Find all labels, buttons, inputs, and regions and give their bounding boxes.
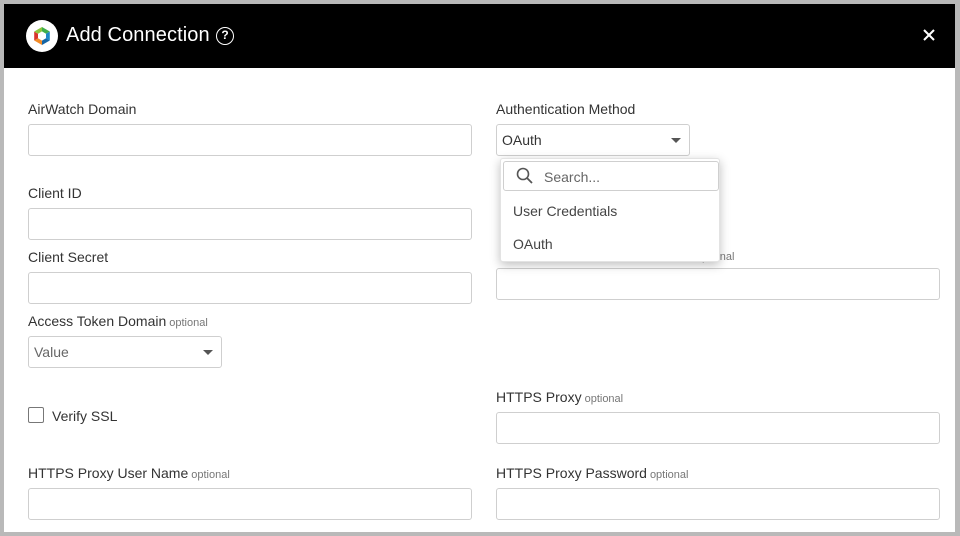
airwatch-domain-input[interactable] bbox=[28, 124, 472, 156]
dropdown-search-box[interactable] bbox=[503, 161, 719, 191]
close-icon[interactable] bbox=[921, 27, 937, 43]
access-token-domain-value: Value bbox=[34, 344, 69, 360]
chevron-down-icon bbox=[671, 138, 681, 143]
https-proxy-user-name-input[interactable] bbox=[28, 488, 472, 520]
client-id-label: Client ID bbox=[28, 185, 82, 201]
dialog-title: Add Connection bbox=[66, 24, 210, 46]
obscured-field-input[interactable] bbox=[496, 268, 940, 300]
authentication-method-dropdown: User Credentials OAuth bbox=[500, 158, 720, 262]
https-proxy-password-input[interactable] bbox=[496, 488, 940, 520]
https-proxy-user-name-label: HTTPS Proxy User Name optional bbox=[28, 465, 230, 481]
verify-ssl-checkbox[interactable] bbox=[28, 407, 44, 423]
authentication-method-select[interactable]: OAuth bbox=[496, 124, 690, 156]
airwatch-domain-label: AirWatch Domain bbox=[28, 101, 137, 117]
client-secret-label: Client Secret bbox=[28, 249, 109, 265]
access-token-domain-label: Access Token Domain optional bbox=[28, 313, 208, 329]
search-icon bbox=[516, 167, 533, 184]
authentication-method-label: Authentication Method bbox=[496, 101, 636, 117]
dropdown-search-input[interactable] bbox=[544, 166, 712, 188]
help-icon[interactable]: ? bbox=[216, 27, 234, 45]
client-id-input[interactable] bbox=[28, 208, 472, 240]
https-proxy-password-label: HTTPS Proxy Password optional bbox=[496, 465, 689, 481]
app-logo-icon bbox=[26, 20, 58, 52]
access-token-domain-select[interactable]: Value bbox=[28, 336, 222, 368]
dialog-header: Add Connection ? bbox=[4, 4, 955, 68]
client-secret-input[interactable] bbox=[28, 272, 472, 304]
https-proxy-label: HTTPS Proxy optional bbox=[496, 389, 624, 405]
dropdown-option-user-credentials[interactable]: User Credentials bbox=[513, 203, 617, 219]
dropdown-option-oauth[interactable]: OAuth bbox=[513, 236, 553, 252]
verify-ssl-label: Verify SSL bbox=[52, 408, 118, 424]
chevron-down-icon bbox=[203, 350, 213, 355]
add-connection-dialog: Add Connection ? AirWatch Domain Authent… bbox=[0, 0, 960, 536]
https-proxy-input[interactable] bbox=[496, 412, 940, 444]
authentication-method-value: OAuth bbox=[502, 132, 542, 148]
